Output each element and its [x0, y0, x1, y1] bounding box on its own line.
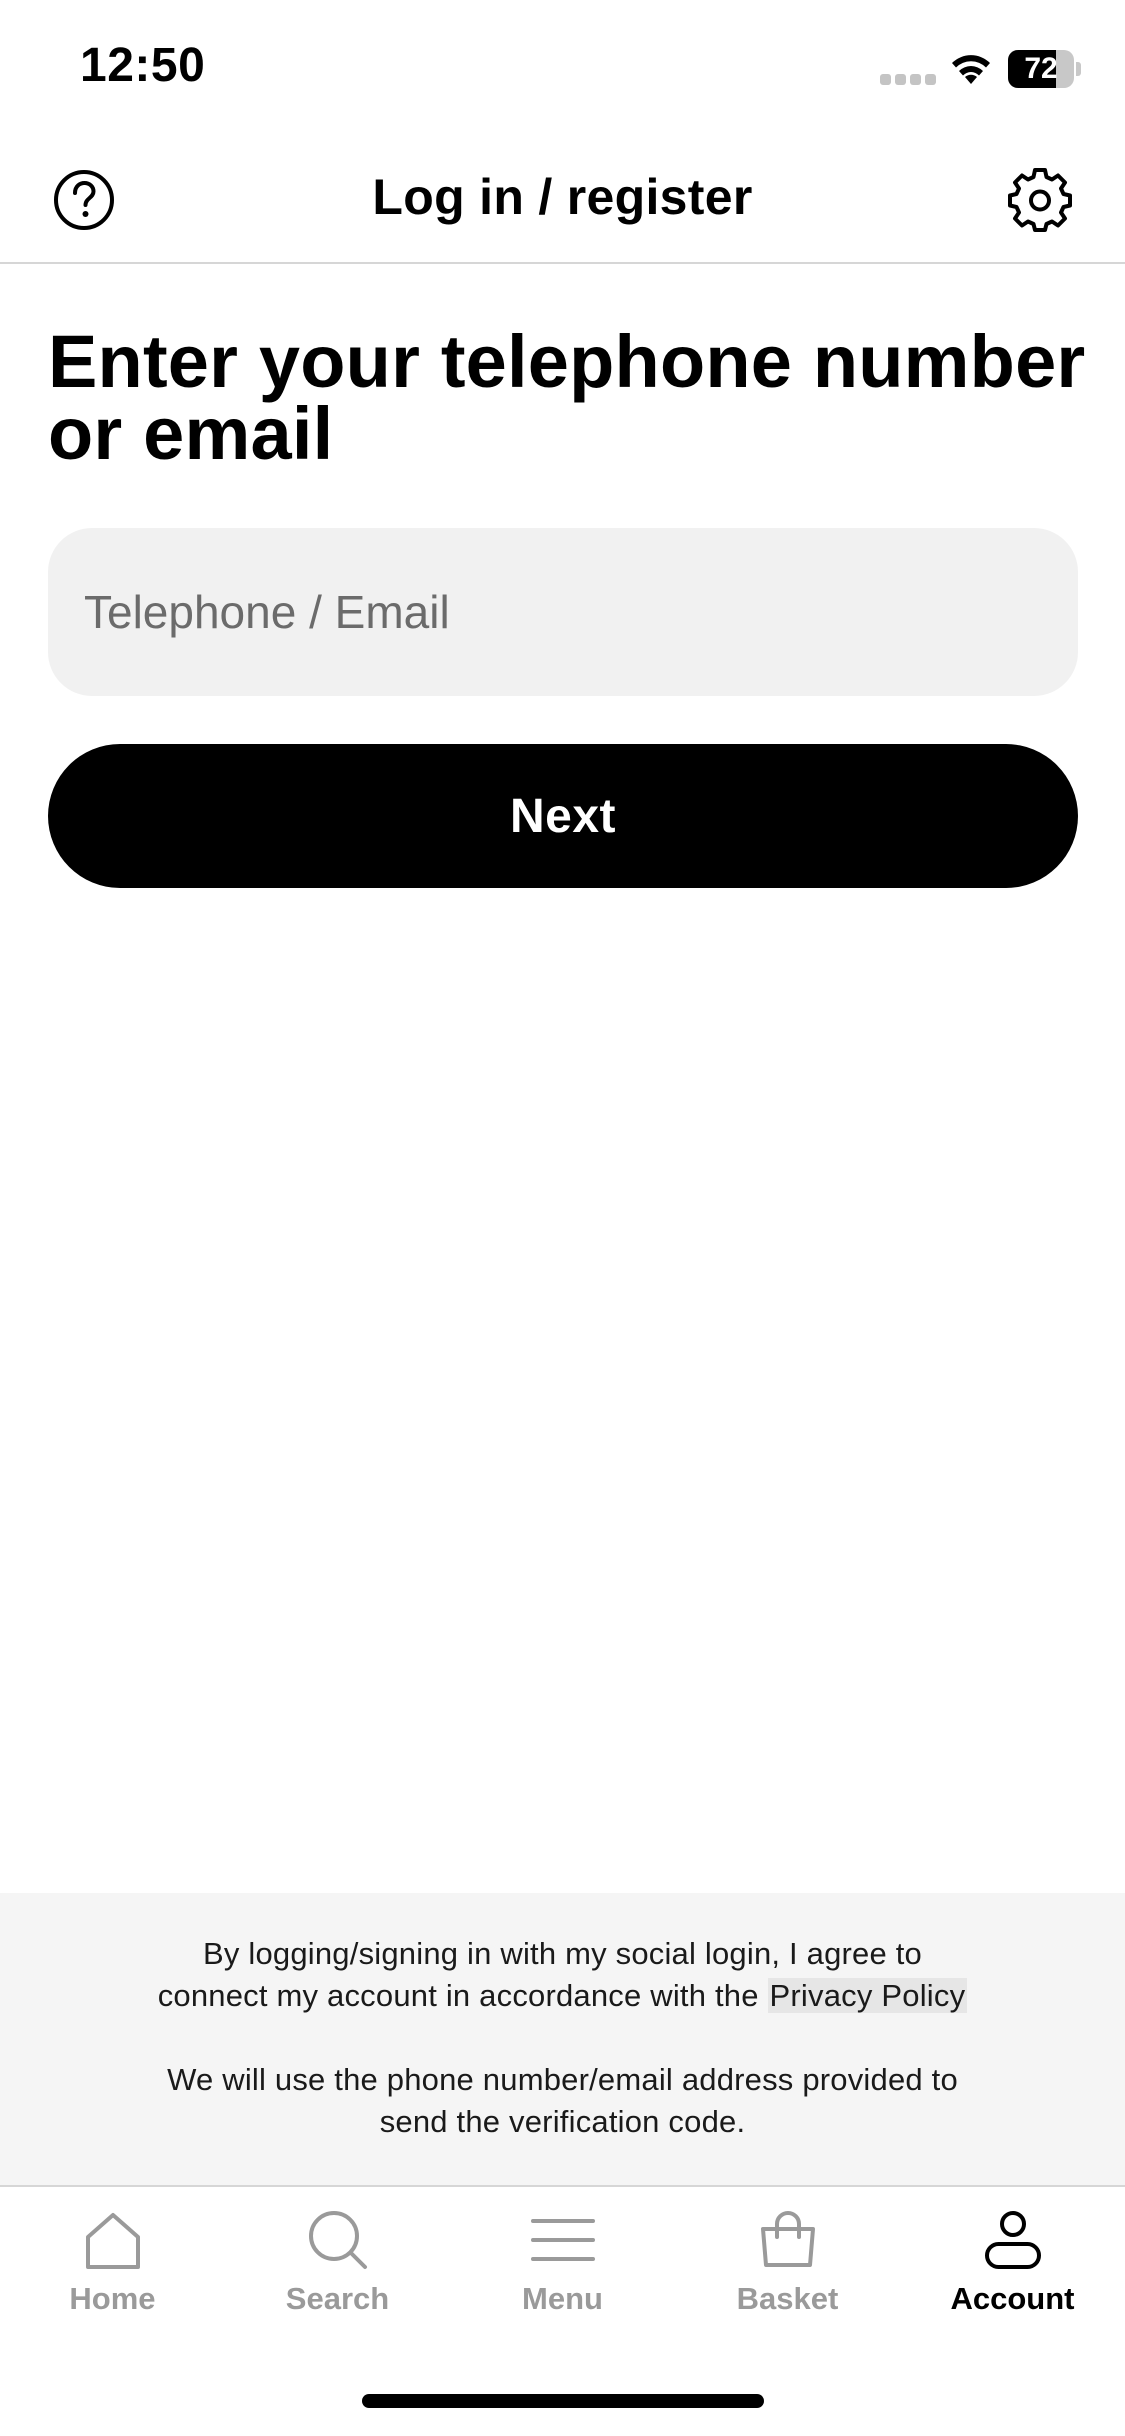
- wifi-icon: [952, 55, 990, 84]
- legal-text-line1: By logging/signing in with my social log…: [202, 1936, 923, 1971]
- page-title: Log in / register: [372, 169, 753, 225]
- status-bar: 12:50 72: [0, 0, 1125, 132]
- legal-text-line4: send the verification code.: [379, 2104, 746, 2139]
- tab-home[interactable]: Home: [0, 2207, 225, 2327]
- legal-notice: By logging/signing in with my social log…: [0, 1893, 1125, 2187]
- tab-menu[interactable]: Menu: [450, 2207, 675, 2327]
- legal-text-line2-prefix: connect my account in accordance with th…: [157, 1978, 759, 2013]
- legal-text-line3: We will use the phone number/email addre…: [167, 2062, 958, 2097]
- cellular-dots-icon: [880, 74, 936, 86]
- home-indicator[interactable]: [362, 2394, 764, 2408]
- status-time: 12:50: [80, 39, 206, 92]
- home-icon: [85, 2213, 140, 2269]
- gear-icon[interactable]: [1004, 164, 1076, 236]
- account-icon: [984, 2211, 1041, 2269]
- privacy-policy-link[interactable]: Privacy Policy: [767, 1978, 968, 2013]
- tab-menu-label: Menu: [522, 2281, 603, 2316]
- legal-text-line2: connect my account in accordance with th…: [0, 1975, 1125, 2017]
- search-icon: [308, 2211, 367, 2269]
- tab-account[interactable]: Account: [900, 2207, 1125, 2327]
- next-button[interactable]: Next: [48, 744, 1078, 888]
- tab-home-label: Home: [69, 2281, 156, 2316]
- main-heading: Enter your telephone number or email: [48, 320, 1086, 475]
- tab-basket[interactable]: Basket: [675, 2207, 900, 2327]
- battery-indicator: 72: [1008, 50, 1081, 88]
- telephone-email-input[interactable]: [48, 528, 1078, 696]
- menu-icon: [530, 2219, 595, 2261]
- tab-search[interactable]: Search: [225, 2207, 450, 2327]
- battery-level: 72: [1024, 52, 1058, 85]
- tab-basket-label: Basket: [736, 2281, 839, 2316]
- nav-header: Log in / register: [0, 132, 1125, 264]
- tab-account-label: Account: [950, 2281, 1075, 2316]
- tab-search-label: Search: [285, 2281, 390, 2316]
- battery-icon: 72: [1008, 50, 1074, 88]
- battery-cap: [1076, 62, 1081, 76]
- basket-icon: [760, 2211, 815, 2267]
